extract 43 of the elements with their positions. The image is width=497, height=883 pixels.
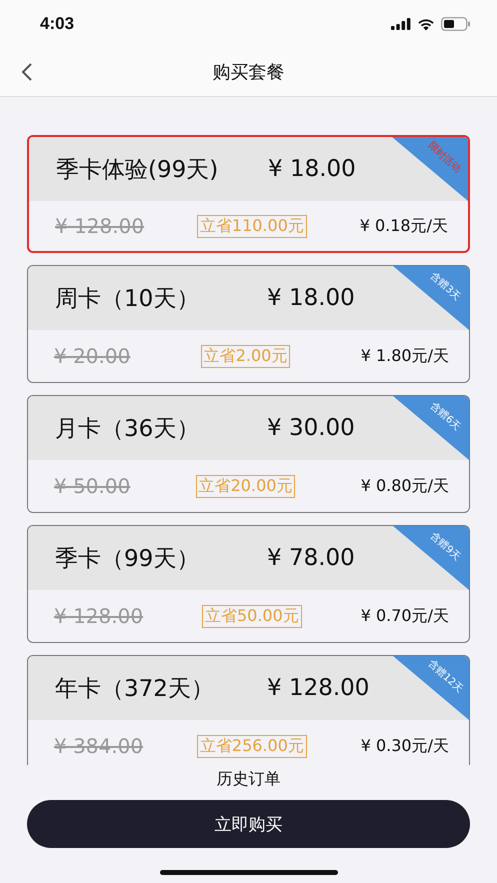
ribbon-label: 含赠6天 — [427, 399, 464, 435]
ribbon-label: 限时活动 — [424, 139, 464, 178]
order-history-link[interactable]: 历史订单 — [216, 769, 280, 790]
plan-name: 年卡（372天） — [55, 674, 215, 704]
ribbon-label: 含赠3天 — [427, 269, 464, 305]
original-price: ¥ 128.00 — [54, 604, 144, 628]
saving-tag: 立省256.00元 — [196, 734, 307, 758]
plan-name: 季卡（99天） — [55, 544, 200, 574]
plan-card[interactable]: 季卡体验(99天) ¥ 18.00 ¥ 128.00 立省110.00元 ¥ 0.18元/天 限时活动 — [27, 135, 470, 253]
wifi-icon — [417, 18, 435, 30]
saving-tag: 立省2.00元 — [200, 344, 290, 368]
plan-card[interactable]: 季卡（99天） ¥ 78.00 ¥ 128.00 立省50.00元 ¥ 0.70元/天 含赠9天 — [27, 525, 470, 643]
ribbon-label: 含赠12天 — [424, 657, 466, 697]
page-title: 购买套餐 — [212, 61, 284, 84]
saving-tag: 立省50.00元 — [202, 604, 302, 628]
saving-tag: 立省110.00元 — [196, 214, 307, 238]
original-price: ¥ 20.00 — [54, 344, 130, 368]
plan-card[interactable]: 月卡（36天） ¥ 30.00 ¥ 50.00 立省20.00元 ¥ 0.80元/天 含赠6天 — [27, 395, 470, 513]
plan-name: 月卡（36天） — [55, 414, 200, 444]
battery-icon — [441, 17, 471, 31]
per-day-price: ¥ 0.80元/天 — [360, 476, 449, 496]
signal-icon — [391, 18, 411, 30]
back-icon[interactable] — [21, 62, 33, 82]
per-day-price: ¥ 0.30元/天 — [360, 736, 449, 756]
plan-card[interactable]: 年卡（372天） ¥ 128.00 ¥ 384.00 立省256.00元 ¥ 0.30元/天 含赠12天 — [27, 655, 470, 765]
plan-name: 周卡（10天） — [55, 284, 200, 314]
plan-price: ¥ 18.00 — [268, 156, 356, 182]
plan-name: 季卡体验(99天) — [56, 156, 220, 184]
status-time: 4:03 — [40, 14, 74, 34]
per-day-price: ¥ 0.18元/天 — [360, 216, 448, 236]
plan-price: ¥ 30.00 — [267, 415, 355, 441]
saving-tag: 立省20.00元 — [196, 474, 296, 498]
per-day-price: ¥ 0.70元/天 — [360, 606, 449, 626]
buy-button[interactable]: 立即购买 — [27, 800, 470, 848]
plan-price: ¥ 78.00 — [267, 545, 355, 571]
original-price: ¥ 128.00 — [55, 214, 144, 238]
plan-price: ¥ 128.00 — [267, 675, 370, 701]
ribbon-label: 含赠9天 — [427, 529, 464, 565]
original-price: ¥ 384.00 — [54, 734, 144, 758]
original-price: ¥ 50.00 — [54, 474, 130, 498]
plan-card[interactable]: 周卡（10天） ¥ 18.00 ¥ 20.00 立省2.00元 ¥ 1.80元/天 含赠3天 — [27, 265, 470, 383]
plan-price: ¥ 18.00 — [267, 285, 355, 311]
per-day-price: ¥ 1.80元/天 — [360, 346, 449, 366]
